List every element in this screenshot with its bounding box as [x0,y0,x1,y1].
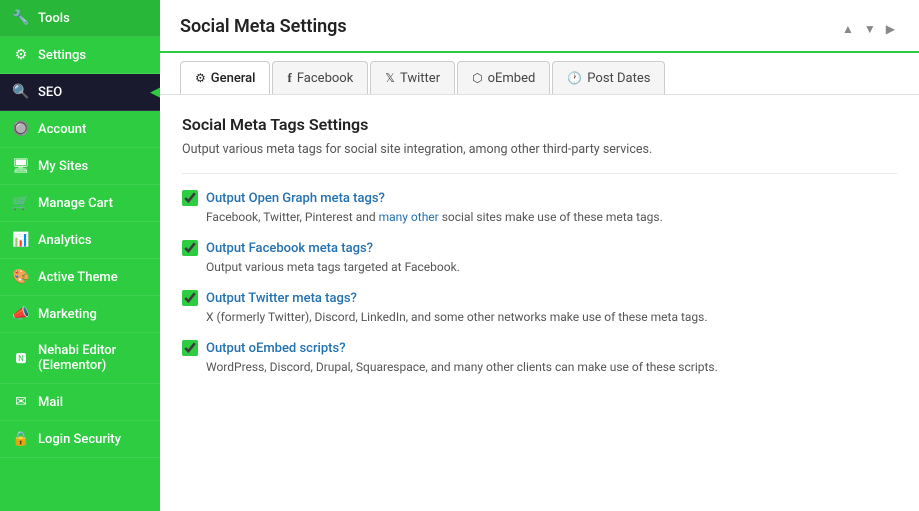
sidebar-item-nehabi-editor[interactable]: 🅽 Nehabi Editor (Elementor) [0,333,160,384]
tab-facebook[interactable]: f Facebook [272,61,368,94]
tab-twitter[interactable]: 𝕏 Twitter [370,61,455,94]
tab-label: General [211,71,256,86]
facebook-tab-icon: f [287,70,291,86]
tab-bar: ⚙ General f Facebook 𝕏 Twitter ⬡ oEmbed … [160,61,919,95]
sidebar-item-label: Analytics [38,233,92,248]
twitter-tab-icon: 𝕏 [385,71,395,85]
main-header: Social Meta Settings ▲ ▼ ▶ [160,0,919,53]
content-area: Social Meta Tags Settings Output various… [160,95,919,511]
sidebar-item-marketing[interactable]: 📣 Marketing [0,296,160,333]
sidebar-item-label: Account [38,122,86,137]
setting-open-graph-desc: Facebook, Twitter, Pinterest and many ot… [206,210,897,224]
sidebar-item-seo[interactable]: 🔍 SEO ◀ [0,74,160,111]
sidebar-item-account[interactable]: 🔘 Account [0,111,160,148]
active-theme-icon: 🎨 [12,269,30,285]
setting-oembed-label[interactable]: Output oEmbed scripts? [182,340,897,356]
login-security-icon: 🔒 [12,431,30,447]
sidebar-item-label: Login Security [38,432,121,447]
seo-icon: 🔍 [12,84,30,100]
marketing-icon: 📣 [12,306,30,322]
sidebar-item-label: Marketing [38,307,97,322]
sidebar-item-manage-cart[interactable]: 🛒 Manage Cart [0,185,160,222]
tab-label: oEmbed [488,71,536,86]
sidebar-item-tools[interactable]: 🔧 Tools [0,0,160,37]
setting-open-graph-checkbox[interactable] [182,190,198,206]
setting-open-graph-label[interactable]: Output Open Graph meta tags? [182,190,897,206]
setting-open-graph: Output Open Graph meta tags? Facebook, T… [182,190,897,224]
oembed-tab-icon: ⬡ [472,71,482,85]
sidebar-item-settings[interactable]: ⚙ Settings [0,37,160,74]
sidebar-item-label: My Sites [38,159,88,174]
setting-twitter-meta-checkbox[interactable] [182,290,198,306]
tab-oembed[interactable]: ⬡ oEmbed [457,61,550,94]
page-title: Social Meta Settings [180,16,347,51]
sidebar: 🔧 Tools ⚙ Settings 🔍 SEO ◀ 🔘 Account 🖥 M… [0,0,160,511]
sidebar-item-analytics[interactable]: 📊 Analytics [0,222,160,259]
tab-label: Twitter [400,71,440,86]
general-tab-icon: ⚙ [195,71,206,85]
sidebar-item-my-sites[interactable]: 🖥 My Sites [0,148,160,185]
settings-icon: ⚙ [12,47,30,63]
setting-twitter-meta: Output Twitter meta tags? X (formerly Tw… [182,290,897,324]
tab-post-dates[interactable]: 🕐 Post Dates [552,61,665,94]
setting-twitter-meta-desc: X (formerly Twitter), Discord, LinkedIn,… [206,310,897,324]
setting-facebook-meta-label[interactable]: Output Facebook meta tags? [182,240,897,256]
expand-button[interactable]: ▶ [882,20,899,38]
tab-label: Post Dates [587,71,650,86]
tab-general[interactable]: ⚙ General [180,61,270,94]
setting-twitter-meta-text: Output Twitter meta tags? [206,291,357,306]
my-sites-icon: 🖥 [12,158,30,174]
setting-facebook-meta-text: Output Facebook meta tags? [206,241,373,256]
account-icon: 🔘 [12,121,30,137]
post-dates-tab-icon: 🕐 [567,71,582,85]
setting-twitter-meta-label[interactable]: Output Twitter meta tags? [182,290,897,306]
sidebar-item-label: Manage Cart [38,196,113,211]
setting-oembed-desc: WordPress, Discord, Drupal, Squarespace,… [206,360,897,374]
arrow-icon: ◀ [150,85,160,100]
sidebar-item-label: Settings [38,48,86,63]
tools-icon: 🔧 [12,10,30,26]
sidebar-item-label: Active Theme [38,270,118,285]
sidebar-item-mail[interactable]: ✉ Mail [0,384,160,421]
setting-oembed-checkbox[interactable] [182,340,198,356]
main-content: Social Meta Settings ▲ ▼ ▶ ⚙ General f F… [160,0,919,511]
nehabi-editor-icon: 🅽 [12,350,30,366]
setting-facebook-meta-desc: Output various meta tags targeted at Fac… [206,260,897,274]
sidebar-item-label: SEO [38,85,62,100]
many-other-link[interactable]: many other [379,210,439,224]
header-controls: ▲ ▼ ▶ [838,20,899,38]
setting-oembed: Output oEmbed scripts? WordPress, Discor… [182,340,897,374]
tab-label: Facebook [297,71,353,86]
sidebar-item-label: Mail [38,395,63,410]
setting-oembed-text: Output oEmbed scripts? [206,341,346,356]
mail-icon: ✉ [12,394,30,410]
setting-facebook-meta: Output Facebook meta tags? Output variou… [182,240,897,274]
setting-open-graph-text: Output Open Graph meta tags? [206,191,385,206]
collapse-up-button[interactable]: ▲ [838,20,858,38]
section-title: Social Meta Tags Settings [182,115,897,134]
section-description: Output various meta tags for social site… [182,142,897,174]
sidebar-item-login-security[interactable]: 🔒 Login Security [0,421,160,458]
analytics-icon: 📊 [12,232,30,248]
manage-cart-icon: 🛒 [12,195,30,211]
collapse-down-button[interactable]: ▼ [860,20,880,38]
sidebar-item-label: Tools [38,11,70,26]
sidebar-item-active-theme[interactable]: 🎨 Active Theme [0,259,160,296]
sidebar-item-label: Nehabi Editor (Elementor) [38,343,148,373]
setting-facebook-meta-checkbox[interactable] [182,240,198,256]
